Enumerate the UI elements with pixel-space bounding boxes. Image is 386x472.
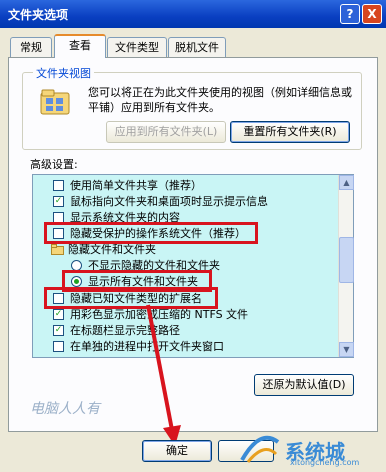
restore-defaults-button[interactable]: 还原为默认值(D)	[254, 374, 354, 396]
watermark-text: 电脑人人有	[30, 401, 100, 417]
tab-view[interactable]: 查看	[54, 34, 106, 58]
logo-icon	[240, 435, 280, 463]
ok-button[interactable]: 确定	[142, 440, 212, 462]
logo-url: xitongcheng.com	[290, 458, 360, 467]
